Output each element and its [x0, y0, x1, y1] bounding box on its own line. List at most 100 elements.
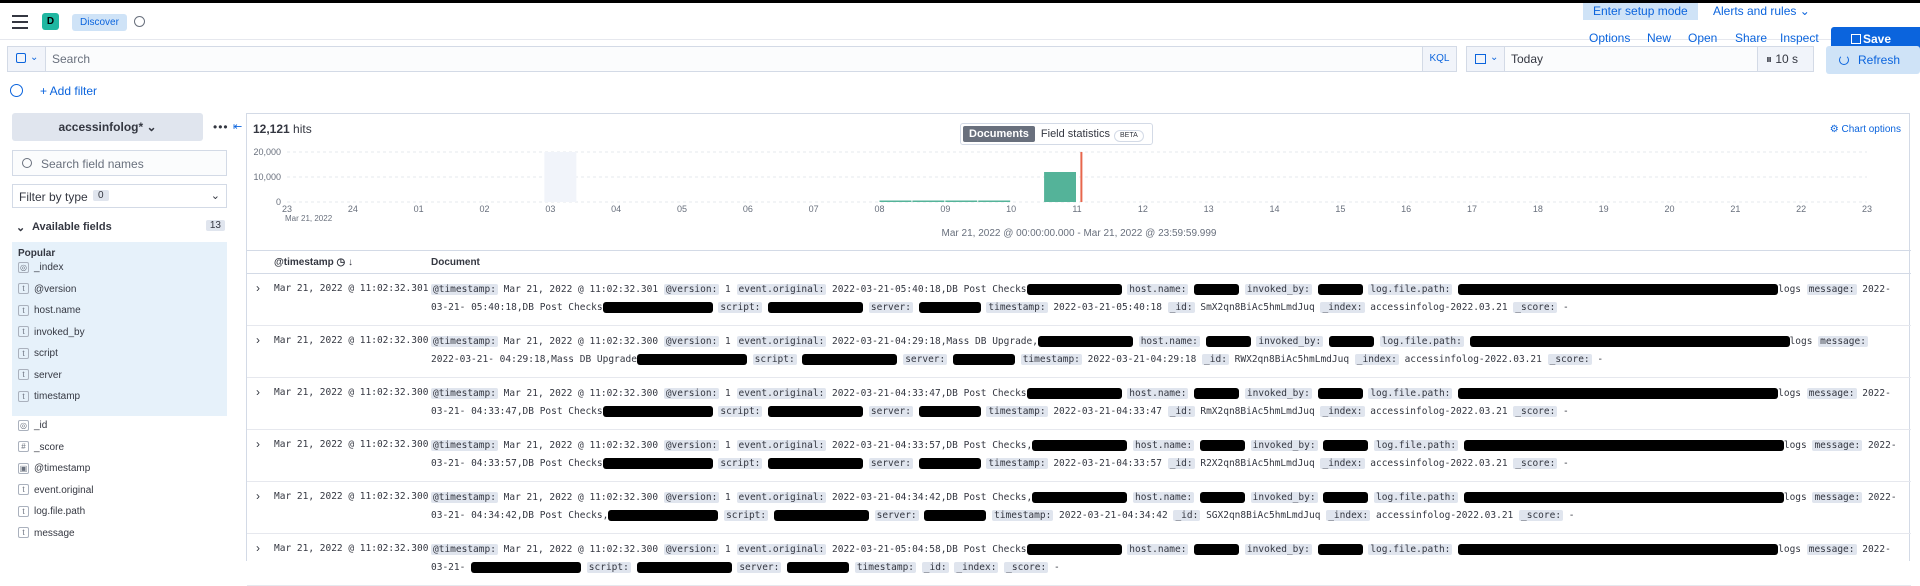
- field-item[interactable]: t host.name: [18, 304, 81, 318]
- field-item[interactable]: ◎ _index: [18, 261, 63, 275]
- row-timestamp: Mar 21, 2022 @ 11:02:32.300: [274, 439, 429, 450]
- field-key: invoked_by:: [1244, 544, 1312, 555]
- redaction-mark: [1458, 544, 1779, 555]
- field-item[interactable]: t timestamp: [18, 390, 80, 404]
- expand-row-icon[interactable]: ›: [256, 333, 260, 347]
- setup-mode-button[interactable]: Enter setup mode: [1583, 3, 1698, 20]
- field-type-icon: t: [18, 484, 29, 496]
- date-range-label[interactable]: Today: [1511, 52, 1543, 66]
- field-item[interactable]: t @version: [18, 283, 76, 297]
- field-item[interactable]: t message: [18, 527, 75, 541]
- saved-query-button[interactable]: ⌄: [8, 47, 46, 71]
- field-item[interactable]: ▣ @timestamp: [18, 462, 90, 476]
- table-row[interactable]: › Mar 21, 2022 @ 11:02:32.301 @timestamp: …: [247, 274, 1911, 326]
- space-avatar[interactable]: D: [42, 13, 59, 30]
- chart-options-button[interactable]: ⚙ Chart options: [1830, 124, 1901, 135]
- field-key: timestamp:: [992, 510, 1054, 521]
- filter-by-type-button[interactable]: Filter by type 0 ⌄: [12, 184, 227, 208]
- redaction-mark: [1026, 544, 1122, 555]
- expand-row-icon[interactable]: ›: [256, 281, 260, 295]
- row-document: @timestamp: Mar 21, 2022 @ 11:02:32.300 …: [431, 336, 1868, 365]
- field-value: 2022-03-21-05:40:18,DB Post Checks: [832, 284, 1027, 295]
- recently-viewed-icon[interactable]: [134, 16, 145, 27]
- breadcrumb-discover[interactable]: Discover: [72, 14, 127, 31]
- table-row[interactable]: › Mar 21, 2022 @ 11:02:32.300 @timestamp: …: [247, 482, 1911, 534]
- quick-select-button[interactable]: ⌄: [1467, 47, 1505, 71]
- x-sublabel: Mar 21, 2022: [285, 214, 333, 223]
- field-key: timestamp:: [986, 302, 1048, 313]
- table-row[interactable]: › Mar 21, 2022 @ 11:02:32.300 @timestamp: …: [247, 326, 1911, 378]
- expand-row-icon[interactable]: ›: [256, 489, 260, 503]
- x-tick-label: 21: [1730, 204, 1740, 214]
- x-tick-label: 15: [1335, 204, 1345, 214]
- field-value: R2X2qn8BiAc5hmLmdJuq: [1200, 458, 1315, 469]
- tab-documents[interactable]: Documents: [963, 126, 1035, 142]
- redaction-mark: [1199, 440, 1245, 451]
- field-type-icon: t: [18, 369, 29, 381]
- field-item[interactable]: t log.file.path: [18, 505, 85, 519]
- field-value: 1: [725, 544, 731, 555]
- alerts-menu-button[interactable]: Alerts and rules ⌄: [1713, 4, 1810, 18]
- field-name: _id: [34, 420, 48, 431]
- field-key: host.name:: [1132, 440, 1195, 451]
- field-key: host.name:: [1127, 284, 1189, 295]
- search-input[interactable]: Search: [52, 52, 90, 66]
- query-language-button[interactable]: KQL: [1422, 47, 1456, 71]
- filter-options-icon[interactable]: [10, 84, 23, 97]
- field-key: event.original:: [736, 284, 827, 295]
- field-key: server:: [903, 354, 948, 365]
- field-item[interactable]: ◎ _id: [18, 419, 47, 433]
- field-item[interactable]: t event.original: [18, 484, 93, 498]
- field-type-icon: t: [18, 326, 29, 338]
- field-key: message:: [1812, 440, 1863, 451]
- menu-icon[interactable]: [12, 15, 28, 29]
- refresh-button[interactable]: Refresh: [1826, 46, 1920, 74]
- field-key: invoked_by:: [1244, 388, 1312, 399]
- field-key: log.file.path:: [1368, 544, 1453, 555]
- field-key: server:: [868, 302, 913, 313]
- field-key: _score:: [1004, 562, 1049, 573]
- share-link[interactable]: Share: [1735, 31, 1767, 45]
- data-view-picker[interactable]: accessinfolog* ⌄: [12, 113, 203, 141]
- refresh-interval[interactable]: ⏸ 10 s: [1757, 47, 1813, 71]
- histogram-chart: 20,00010,000023 24 01 02 03 04 05 06 07 08 09 10 11 1…: [253, 148, 1872, 223]
- available-fields-toggle[interactable]: ⌄ Available fields 13: [12, 218, 227, 238]
- field-item[interactable]: t server: [18, 369, 62, 383]
- options-link[interactable]: Options: [1589, 31, 1630, 45]
- expand-row-icon[interactable]: ›: [256, 437, 260, 451]
- x-tick-label: 20: [1664, 204, 1674, 214]
- x-tick-label: 24: [348, 204, 358, 214]
- inspect-link[interactable]: Inspect: [1780, 31, 1819, 45]
- field-value: Mar 21, 2022 @ 11:02:32.300: [503, 440, 659, 451]
- redaction-mark: [1205, 336, 1251, 347]
- y-tick-label: 10,000: [253, 172, 281, 182]
- field-value: 1: [725, 336, 731, 347]
- query-bar: ⌄ Search KQL: [7, 46, 1457, 72]
- timestamp-column-header[interactable]: @timestamp ◷ ↓: [274, 257, 353, 268]
- field-item[interactable]: # _score: [18, 441, 64, 455]
- histogram-bar: [978, 200, 1011, 202]
- redaction-mark: [1194, 388, 1240, 399]
- open-link[interactable]: Open: [1688, 31, 1717, 45]
- alerts-label: Alerts and rules: [1713, 4, 1797, 18]
- table-row[interactable]: › Mar 21, 2022 @ 11:02:32.300 @timestamp: …: [247, 378, 1911, 430]
- field-key: @version:: [663, 440, 720, 451]
- field-value: 2022-03-21-05:04:58,DB Post Checks: [832, 544, 1027, 555]
- data-view-label: accessinfolog*: [58, 120, 144, 134]
- redaction-mark: [768, 302, 864, 313]
- field-search-input[interactable]: Search field names: [12, 150, 227, 176]
- add-filter-button[interactable]: + Add filter: [40, 84, 97, 98]
- table-row[interactable]: › Mar 21, 2022 @ 11:02:32.300 @timestamp: …: [247, 430, 1911, 482]
- field-key: log.file.path:: [1379, 336, 1464, 347]
- field-key: _id:: [1167, 458, 1195, 469]
- field-item[interactable]: t invoked_by: [18, 326, 85, 340]
- hits-number: 12,121: [253, 122, 290, 136]
- more-options-icon[interactable]: •••: [213, 120, 229, 134]
- expand-row-icon[interactable]: ›: [256, 385, 260, 399]
- table-row[interactable]: › Mar 21, 2022 @ 11:02:32.300 @timestamp: …: [247, 534, 1911, 586]
- collapse-sidebar-icon[interactable]: ⇤: [233, 120, 242, 133]
- expand-row-icon[interactable]: ›: [256, 541, 260, 555]
- new-link[interactable]: New: [1647, 31, 1671, 45]
- tab-field-statistics[interactable]: Field statistics BETA: [1035, 126, 1150, 142]
- field-item[interactable]: t script: [18, 347, 58, 361]
